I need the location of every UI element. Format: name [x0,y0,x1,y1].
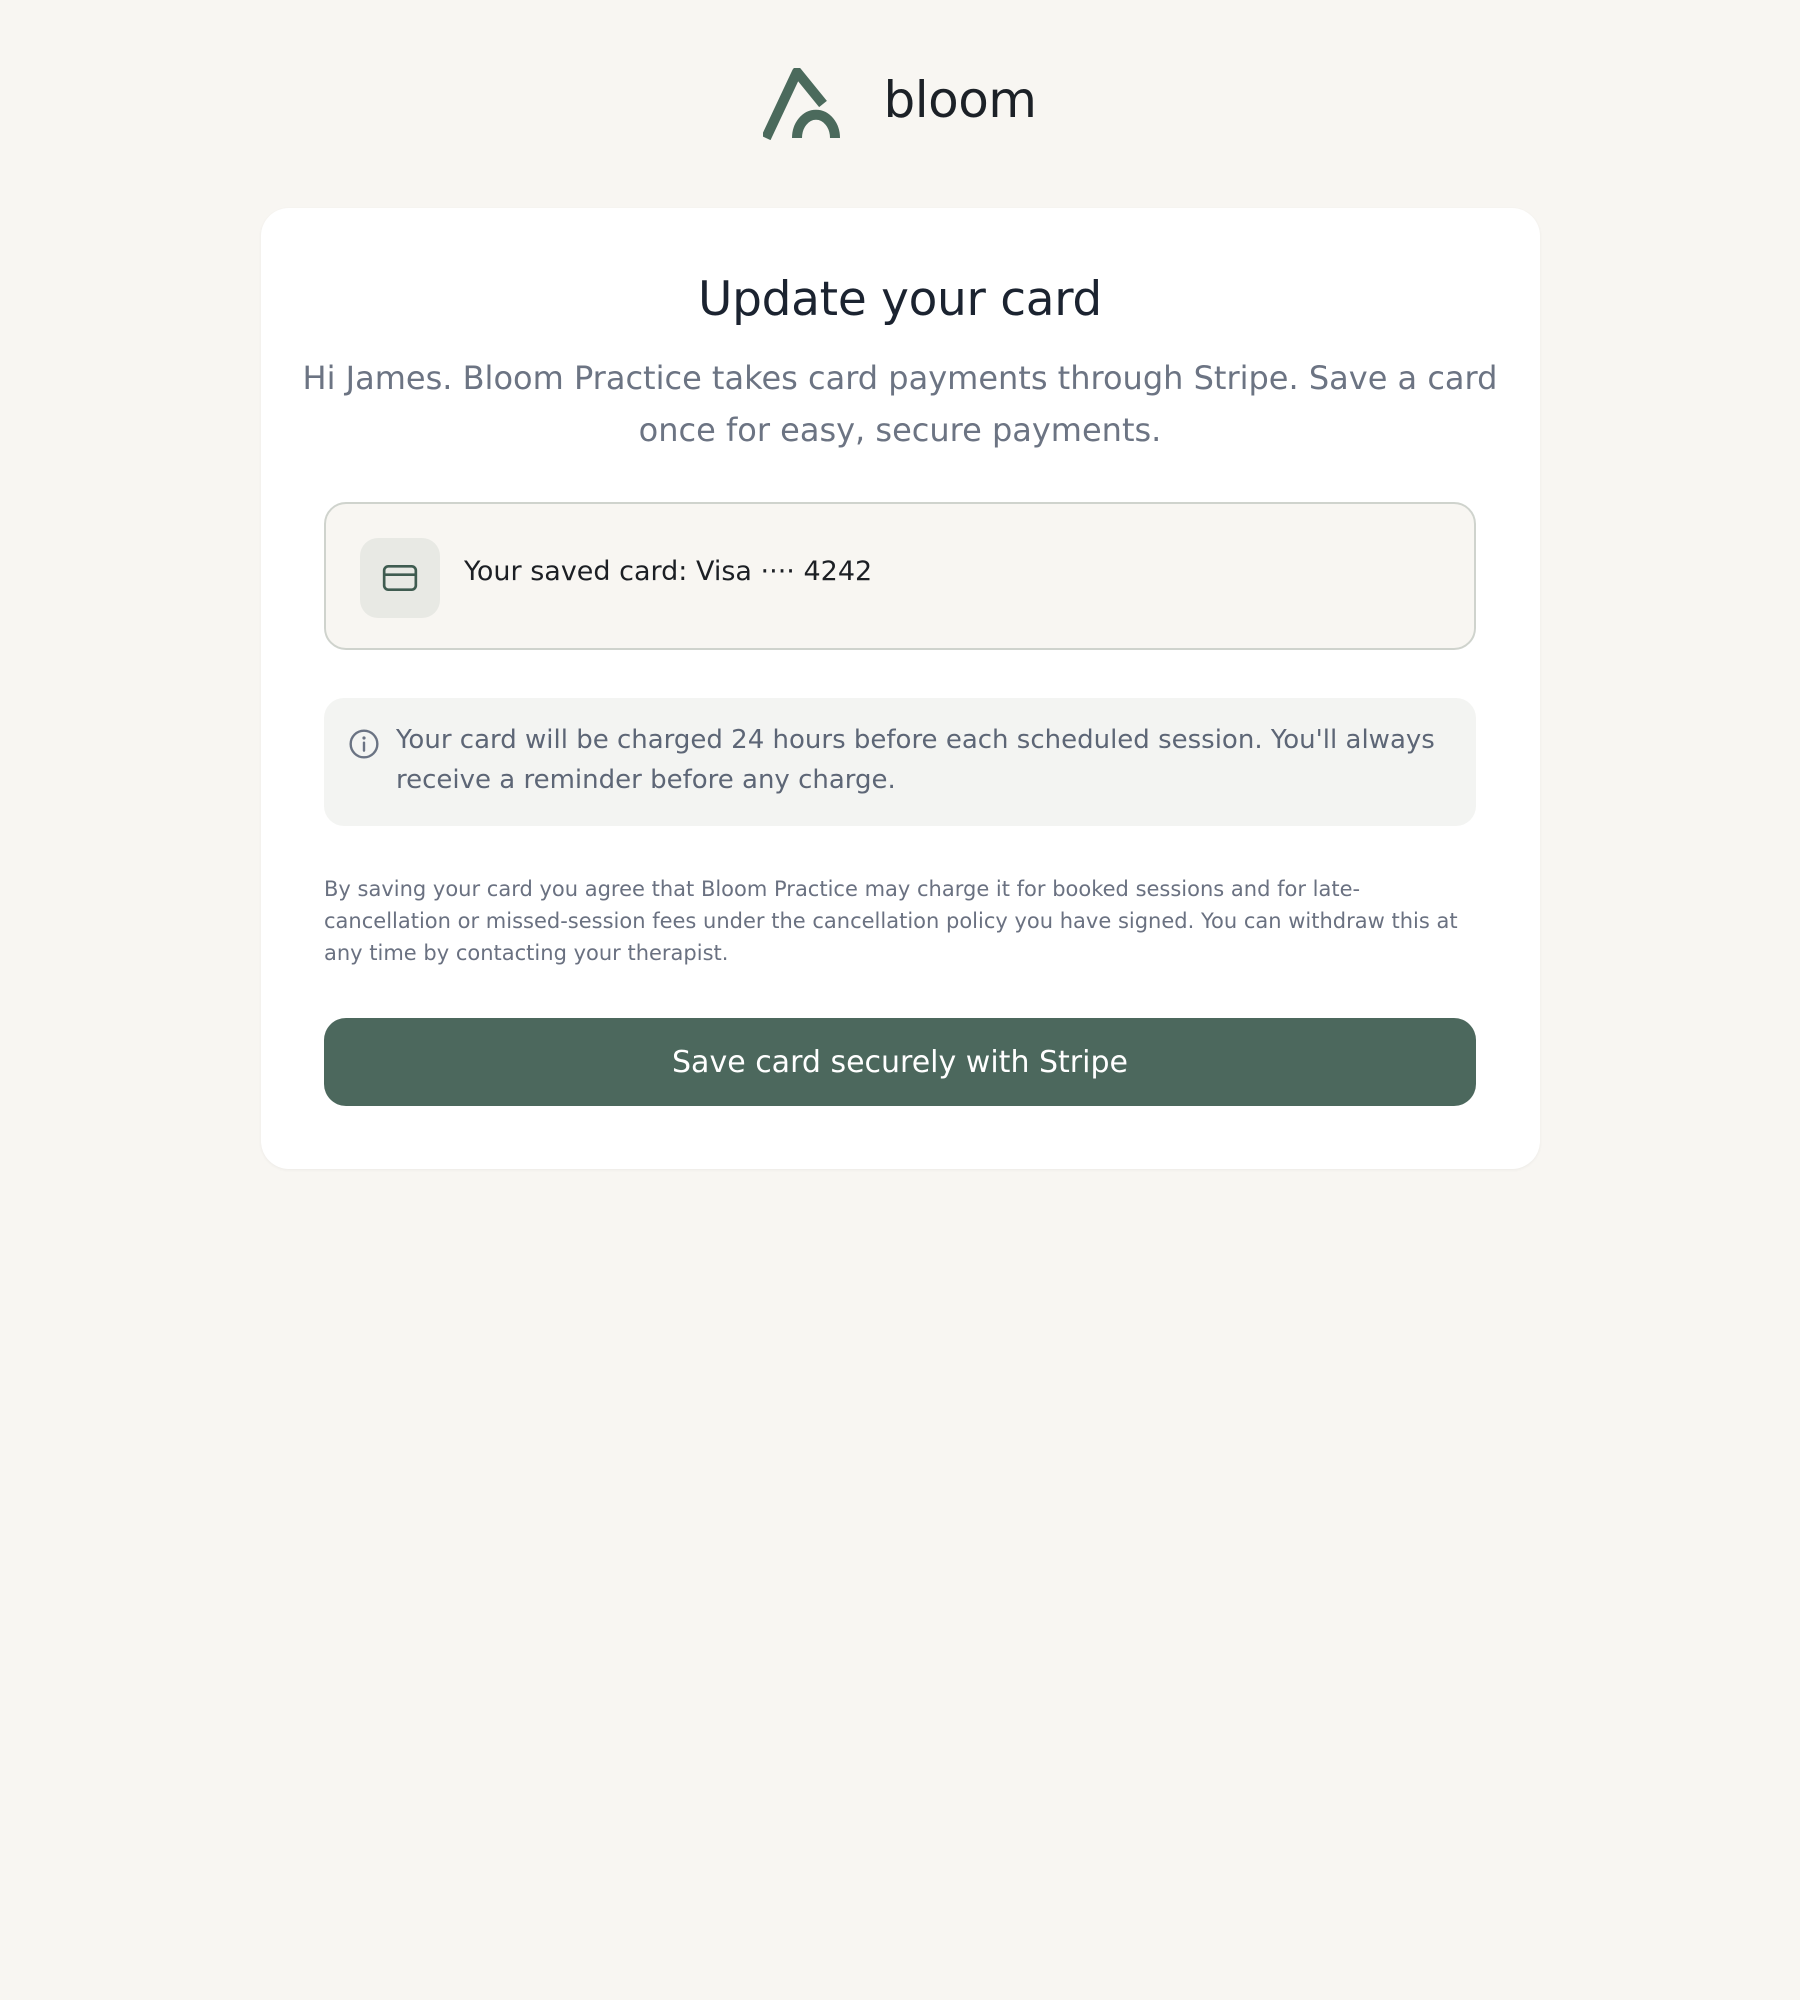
page-subtitle: Hi James. Bloom Practice takes card paym… [302,359,1498,449]
bloom-logo-icon [763,68,841,140]
charge-notice-text: Your card will be charged 24 hours befor… [396,725,1435,795]
charge-notice: Your card will be charged 24 hours befor… [324,698,1476,826]
page-title: Update your card [698,272,1102,327]
credit-card-icon [382,565,418,591]
info-icon [349,729,379,759]
brand-header: bloom [0,62,1800,146]
brand-name: bloom [883,71,1037,129]
legal-consent-text: By saving your card you agree that Bloom… [324,877,1458,965]
save-card-button[interactable]: Save card securely with Stripe [324,1018,1476,1106]
saved-card-label: Your saved card: Visa ···· 4242 [464,556,873,587]
saved-card-box: Your saved card: Visa ···· 4242 [324,502,1476,650]
credit-card-icon-wrapper [360,538,440,618]
